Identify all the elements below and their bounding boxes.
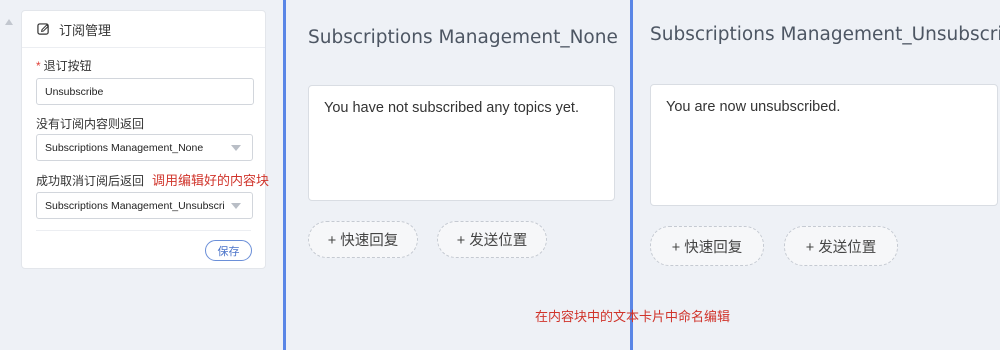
preview-title-none: Subscriptions Management_None — [308, 27, 618, 48]
send-location-button[interactable]: + 发送位置 — [784, 226, 898, 266]
subscription-settings-card: 订阅管理 * 退订按钮 Unsubscribe 没有订阅内容则返回 Subscri… — [21, 10, 266, 269]
none-return-label: 没有订阅内容则返回 — [36, 117, 145, 131]
success-return-select[interactable]: Subscriptions Management_Unsubscribe — [36, 192, 253, 219]
panel-divider-line — [630, 0, 633, 350]
message-text: You are now unsubscribed. — [666, 99, 841, 115]
required-mark: * — [36, 59, 41, 73]
none-return-selected: Subscriptions Management_None — [45, 141, 204, 154]
card-header: 订阅管理 — [22, 11, 265, 48]
call-block-annotation: 调用编辑好的内容块 — [152, 173, 270, 188]
panel-divider-line — [283, 0, 286, 350]
none-return-select[interactable]: Subscriptions Management_None — [36, 134, 253, 161]
preview-title-unsubscribe: Subscriptions Management_Unsubscribe — [650, 24, 1000, 45]
quick-reply-button[interactable]: + 快速回复 — [650, 226, 764, 266]
message-card-unsubscribe: You are now unsubscribed. — [650, 84, 998, 206]
edit-icon — [37, 22, 49, 35]
success-return-label: 成功取消订阅后返回 — [36, 174, 145, 188]
unsubscribe-input-value: Unsubscribe — [45, 85, 104, 98]
message-text: You have not subscribed any topics yet. — [324, 100, 579, 116]
name-hint-annotation: 在内容块中的文本卡片中命名编辑 — [535, 309, 731, 324]
message-card-none: You have not subscribed any topics yet. — [308, 85, 615, 201]
chevron-down-icon — [231, 202, 241, 209]
unsubscribe-button-label: * 退订按钮 — [36, 57, 92, 74]
unsubscribe-button-input[interactable]: Unsubscribe — [36, 78, 254, 105]
save-button[interactable]: 保存 — [205, 240, 252, 261]
card-title: 订阅管理 — [59, 22, 112, 38]
chevron-down-icon — [231, 144, 241, 151]
collapse-arrow-icon[interactable] — [5, 19, 13, 25]
unsubscribe-label-text: 退订按钮 — [43, 59, 92, 73]
success-return-selected: Subscriptions Management_Unsubscribe — [45, 199, 225, 212]
card-divider — [36, 230, 251, 231]
send-location-button[interactable]: + 发送位置 — [437, 221, 547, 258]
quick-reply-button[interactable]: + 快速回复 — [308, 221, 418, 258]
